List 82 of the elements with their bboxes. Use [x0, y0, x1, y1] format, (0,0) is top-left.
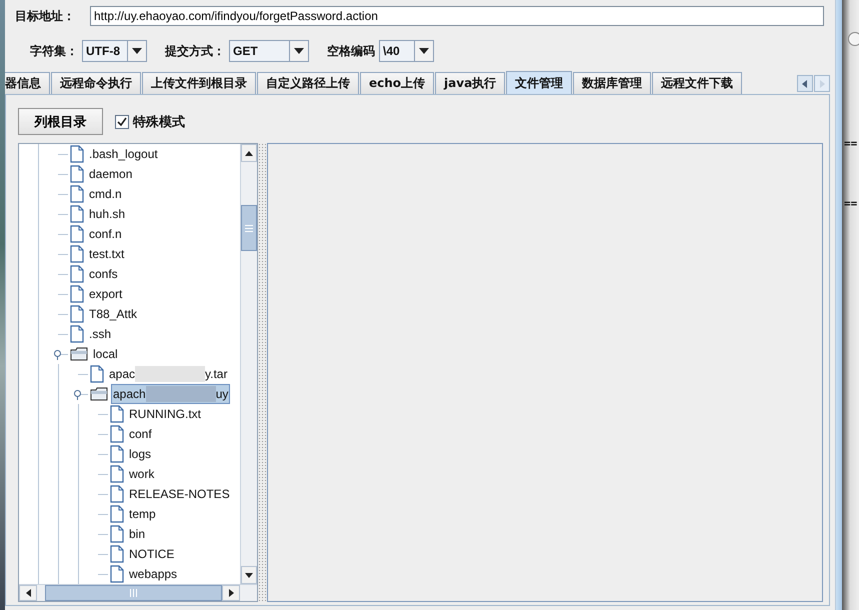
tree-item[interactable]: apac y.tar: [107, 364, 230, 384]
tree-item[interactable]: .bash_logout: [87, 145, 160, 163]
tree-item[interactable]: conf: [127, 425, 154, 443]
tree-item[interactable]: RELEASE-NOTES: [127, 485, 232, 503]
tree-item[interactable]: daemon: [87, 165, 134, 183]
divider-mark: ==: [844, 196, 858, 212]
vertical-scrollbar[interactable]: [240, 144, 257, 584]
file-icon: [110, 465, 124, 483]
right-triangle-icon: [819, 80, 825, 88]
down-triangle-icon: [245, 572, 253, 578]
tab[interactable]: 数据库管理: [573, 72, 652, 94]
tree-item[interactable]: NOTICE: [127, 545, 176, 563]
file-icon: [90, 365, 104, 383]
expand-handle-icon[interactable]: [74, 390, 81, 397]
file-icon: [70, 265, 84, 283]
file-icon: [70, 285, 84, 303]
url-field[interactable]: http://uy.ehaoyao.com/ifindyou/forgetPassword.action: [90, 6, 824, 26]
tree-item[interactable]: cmd.n: [87, 185, 124, 203]
tab[interactable]: 自定义路径上传: [257, 72, 359, 94]
tab[interactable]: 上传文件到根目录: [142, 72, 256, 94]
file-icon: [70, 325, 84, 343]
tab[interactable]: echo上传: [360, 72, 434, 94]
field-label: 提交方式：: [165, 42, 225, 60]
tree-item[interactable]: confs: [87, 265, 120, 283]
blurred-patch: [146, 386, 216, 402]
horizontal-scrollbar[interactable]: [19, 584, 257, 601]
right-triangle-icon: [228, 589, 234, 597]
file-icon: [110, 425, 124, 443]
dropdown[interactable]: UTF-8: [82, 40, 147, 62]
file-icon: [70, 245, 84, 263]
field-label: 字符集：: [30, 42, 78, 60]
file-icon: [110, 525, 124, 543]
file-icon: [110, 565, 124, 583]
file-icon: [110, 505, 124, 523]
folder-icon: [90, 387, 108, 401]
tree-item[interactable]: .ssh: [87, 325, 114, 343]
file-icon: [110, 405, 124, 423]
tree-item[interactable]: huh.sh: [87, 205, 128, 223]
tab[interactable]: java执行: [435, 72, 506, 94]
tree-item[interactable]: test.txt: [87, 245, 126, 263]
dropdown[interactable]: \40: [379, 40, 434, 62]
file-icon: [70, 185, 84, 203]
field-label: 空格编码: [327, 42, 375, 60]
tree-item[interactable]: work: [127, 465, 156, 483]
field-label: 目标地址：: [15, 8, 76, 24]
up-triangle-icon: [245, 150, 253, 156]
file-icon: [70, 165, 84, 183]
file-icon: [70, 225, 84, 243]
tree-item[interactable]: RUNNING.txt: [127, 405, 203, 423]
radio-icon: [848, 32, 859, 46]
file-icon: [110, 545, 124, 563]
tab[interactable]: 器信息: [5, 72, 50, 94]
tree-item[interactable]: bin: [127, 525, 148, 543]
caret-icon: [132, 48, 142, 54]
checkbox-label: 特殊模式: [133, 114, 185, 130]
tree-item[interactable]: temp: [127, 505, 158, 523]
list-root-button[interactable]: 列根目录: [18, 108, 103, 135]
file-icon: [70, 205, 84, 223]
expand-handle-icon[interactable]: [54, 350, 61, 357]
dropdown[interactable]: GET: [229, 40, 309, 62]
scroll-left-button[interactable]: [797, 75, 813, 92]
tree-item[interactable]: webapps: [127, 565, 180, 583]
tab[interactable]: 远程文件下载: [652, 72, 742, 94]
divider-mark: ==: [844, 136, 858, 152]
left-triangle-icon: [802, 80, 808, 88]
tab[interactable]: 文件管理: [506, 71, 572, 94]
left-triangle-icon: [26, 589, 30, 597]
file-icon: [110, 445, 124, 463]
blurred-patch: [135, 366, 206, 382]
tree-item[interactable]: logs: [127, 445, 154, 463]
tree-item[interactable]: apach uy: [111, 384, 230, 404]
tree-item[interactable]: local: [91, 345, 120, 363]
tab[interactable]: 远程命令执行: [51, 72, 141, 94]
checkbox[interactable]: [115, 114, 129, 128]
caret-icon: [419, 48, 429, 54]
file-icon: [110, 485, 124, 503]
folder-icon: [70, 347, 88, 361]
tree-item[interactable]: conf.n: [87, 225, 124, 243]
tree-item[interactable]: T88_Attk: [87, 305, 140, 323]
tree-item[interactable]: export: [87, 285, 124, 303]
file-icon: [70, 305, 84, 323]
caret-icon: [294, 48, 304, 54]
